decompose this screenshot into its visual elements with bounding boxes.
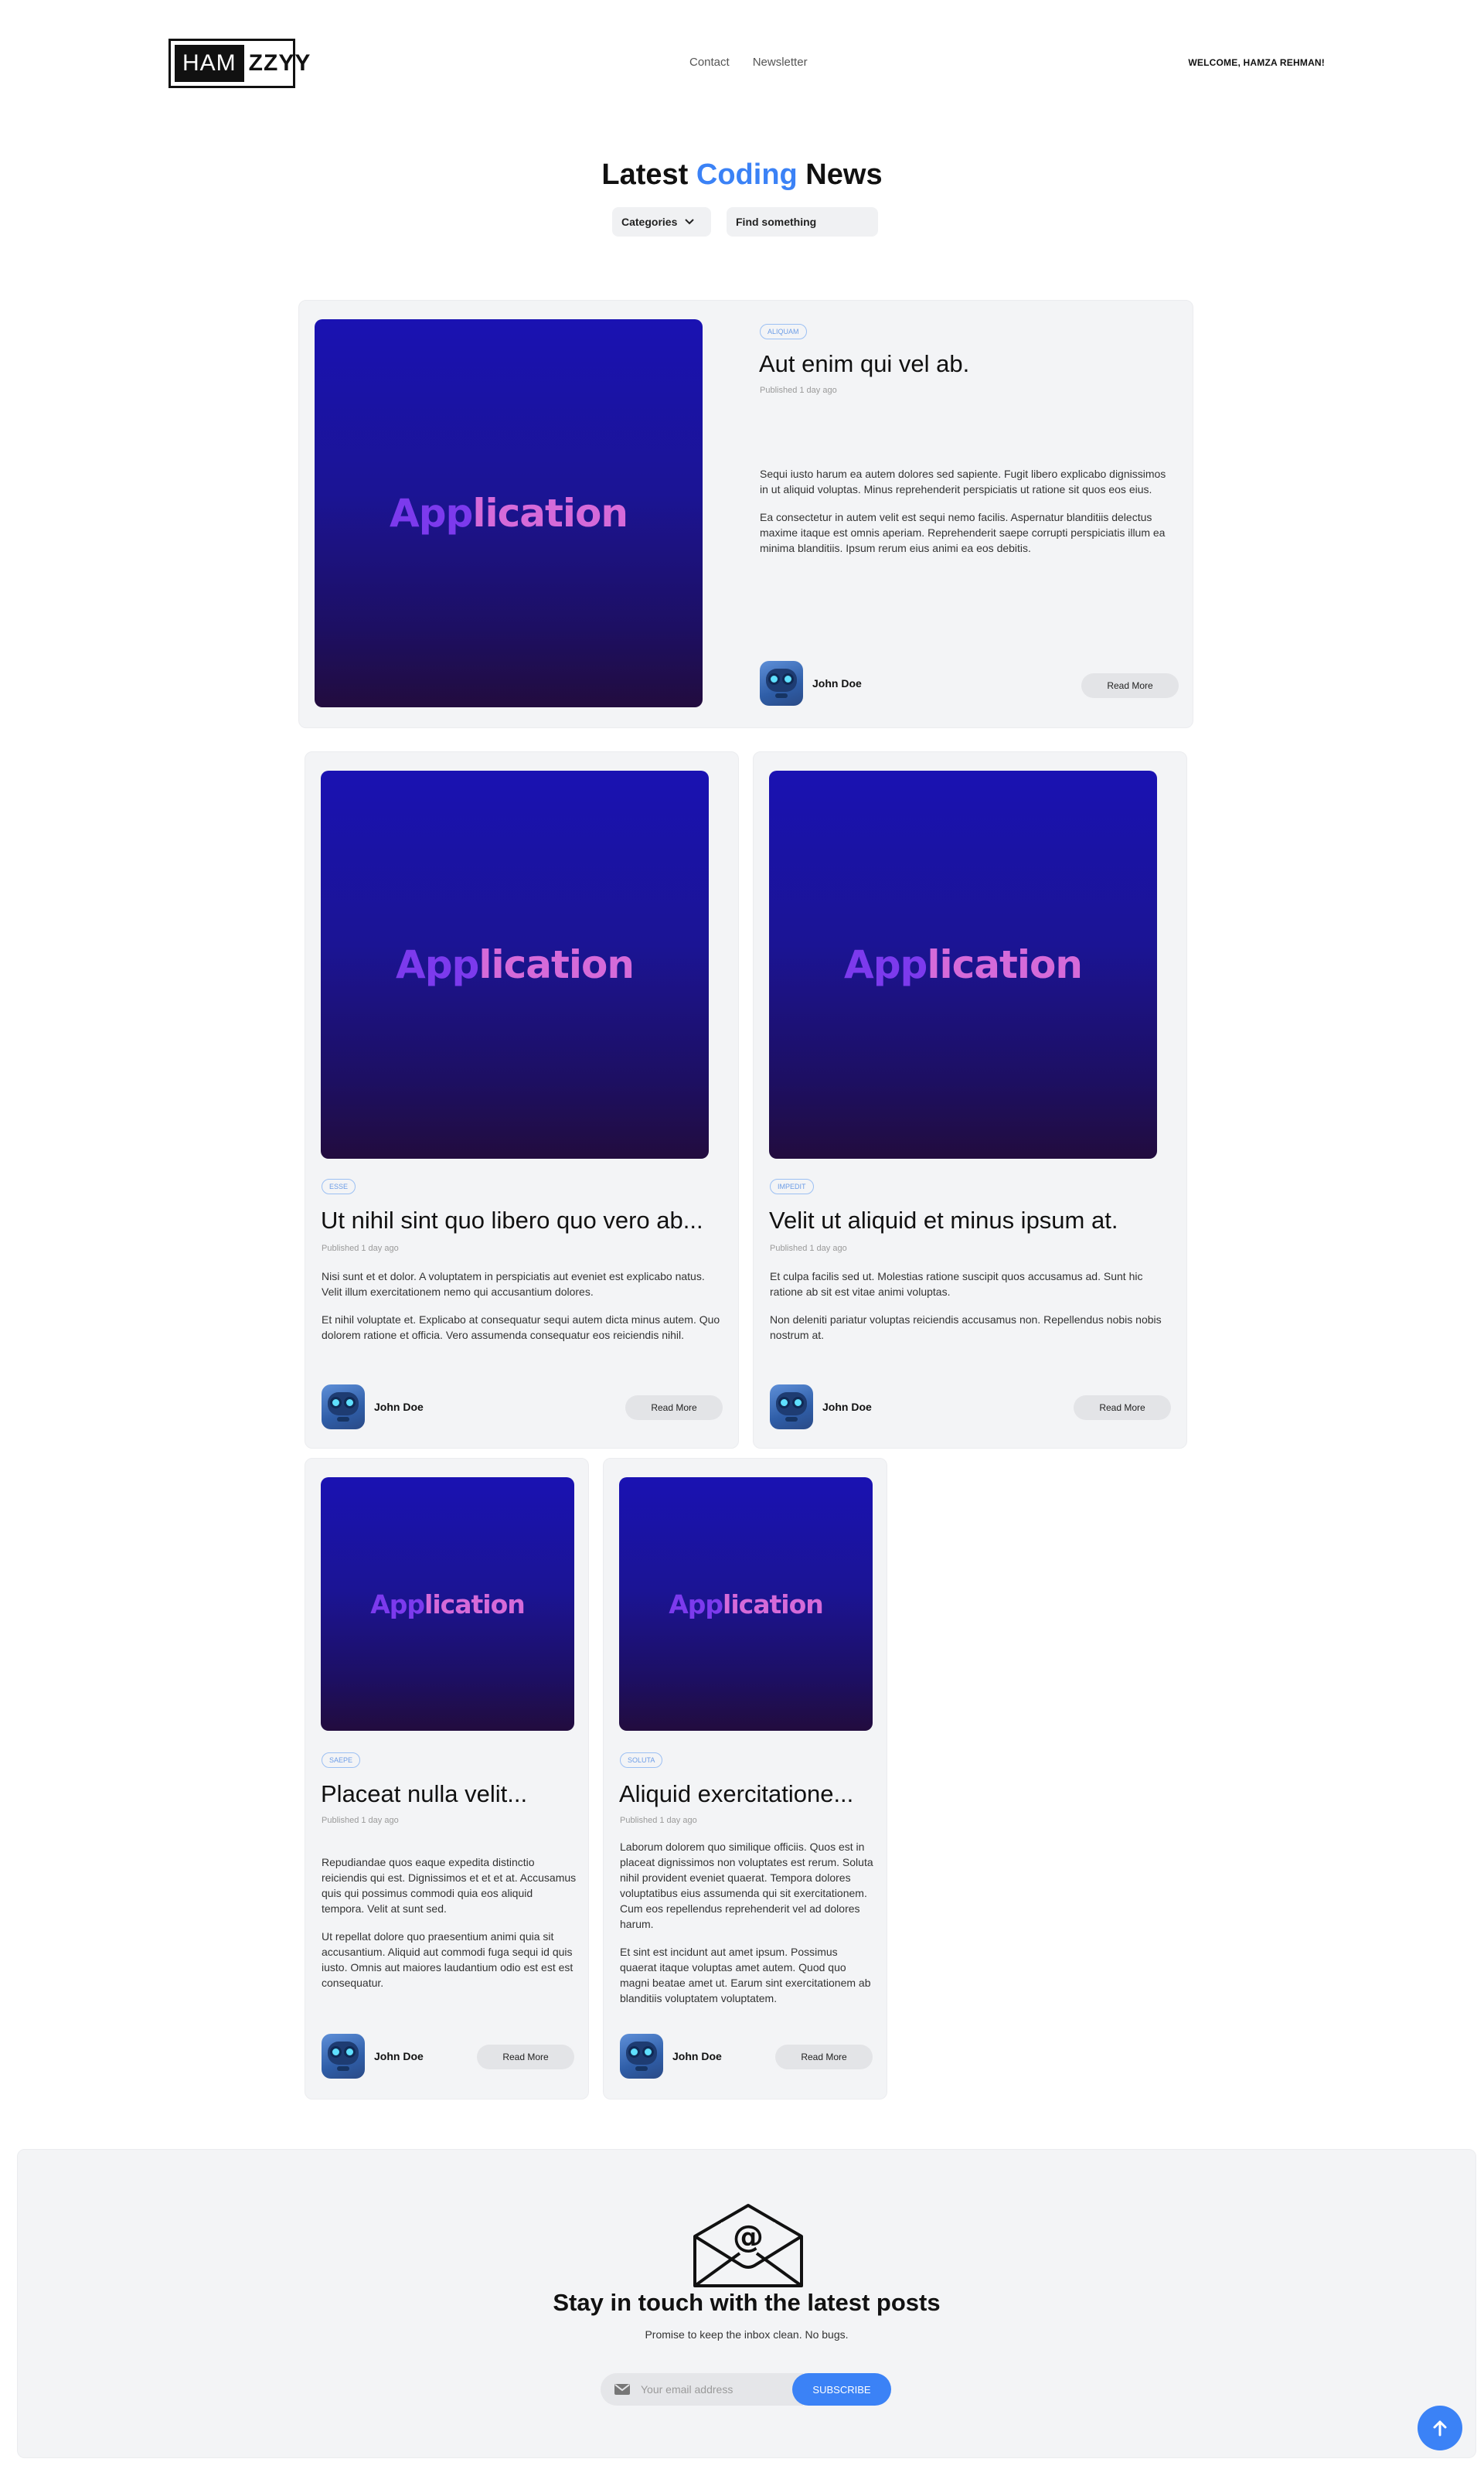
- post-thumbnail[interactable]: Application: [619, 1477, 873, 1731]
- post-card: Application ESSE Ut nihil sint quo liber…: [305, 751, 739, 1449]
- post-excerpt: Laborum dolorem quo similique officiis. …: [620, 1839, 875, 2018]
- welcome-message: WELCOME, HAMZA REHMAN!: [1188, 57, 1325, 68]
- author-name: John Doe: [822, 1401, 872, 1413]
- logo-text-left: HAM: [175, 45, 244, 82]
- post-thumbnail[interactable]: Application: [315, 319, 703, 707]
- post-title[interactable]: Velit ut aliquid et minus ipsum at.: [769, 1207, 1171, 1234]
- subscribe-button[interactable]: SUBSCRIBE: [792, 2373, 891, 2406]
- excerpt-paragraph: Ut repellat dolore quo praesentium animi…: [322, 1930, 574, 1989]
- excerpt-paragraph: Repudiandae quos eaque expedita distinct…: [322, 1856, 577, 1915]
- excerpt-paragraph: Et culpa facilis sed ut. Molestias ratio…: [770, 1270, 1143, 1298]
- excerpt-paragraph: Ea consectetur in autem velit est sequi …: [760, 511, 1166, 554]
- post-author[interactable]: John Doe: [620, 2034, 722, 2079]
- post-author[interactable]: John Doe: [760, 661, 862, 706]
- subscribe-form: SUBSCRIBE: [601, 2373, 891, 2406]
- chevron-down-icon: [685, 219, 695, 225]
- post-title[interactable]: Placeat nulla velit...: [321, 1780, 576, 1808]
- post-excerpt: Repudiandae quos eaque expedita distinct…: [322, 1854, 577, 2003]
- email-field[interactable]: [641, 2383, 780, 2396]
- author-name: John Doe: [374, 1401, 424, 1413]
- post-card: Application SAEPE Placeat nulla velit...…: [305, 1458, 589, 2100]
- excerpt-paragraph: Sequi iusto harum ea autem dolores sed s…: [760, 468, 1166, 496]
- author-name: John Doe: [812, 677, 862, 690]
- title-post: News: [797, 158, 883, 191]
- post-title[interactable]: Aut enim qui vel ab.: [759, 350, 1176, 378]
- excerpt-paragraph: Laborum dolorem quo similique officiis. …: [620, 1841, 873, 1930]
- filters-bar: Categories: [612, 207, 878, 237]
- nav-newsletter-link[interactable]: Newsletter: [753, 56, 808, 69]
- category-tag[interactable]: IMPEDIT: [770, 1179, 814, 1194]
- logo-text-right: ZZYY: [248, 50, 311, 76]
- post-author[interactable]: John Doe: [322, 2034, 424, 2079]
- category-tag[interactable]: ALIQUAM: [760, 324, 807, 339]
- read-more-button[interactable]: Read More: [625, 1395, 723, 1420]
- avatar: [322, 2034, 365, 2079]
- categories-dropdown[interactable]: Categories: [612, 207, 711, 237]
- post-thumbnail[interactable]: Application: [769, 771, 1157, 1159]
- read-more-button[interactable]: Read More: [477, 2045, 574, 2069]
- newsletter-title: Stay in touch with the latest posts: [553, 2289, 941, 2316]
- featured-post-card: Application ALIQUAM Aut enim qui vel ab.…: [298, 300, 1193, 728]
- thumbnail-wordmark: Application: [370, 1589, 526, 1619]
- svg-text:@: @: [733, 2219, 764, 2255]
- post-author[interactable]: John Doe: [770, 1384, 872, 1429]
- author-name: John Doe: [672, 2050, 722, 2062]
- category-tag[interactable]: SAEPE: [322, 1752, 361, 1768]
- category-tag[interactable]: SOLUTA: [620, 1752, 663, 1768]
- title-pre: Latest: [601, 158, 696, 191]
- email-field-wrap: [601, 2373, 803, 2406]
- categories-label: Categories: [621, 216, 678, 228]
- post-excerpt: Sequi iusto harum ea autem dolores sed s…: [760, 466, 1177, 568]
- published-date: Published 1 day ago: [322, 1816, 399, 1825]
- avatar: [620, 2034, 663, 2079]
- excerpt-paragraph: Nisi sunt et et dolor. A voluptatem in p…: [322, 1270, 705, 1298]
- published-date: Published 1 day ago: [770, 1244, 847, 1253]
- post-card: Application IMPEDIT Velit ut aliquid et …: [753, 751, 1187, 1449]
- published-date: Published 1 day ago: [620, 1816, 697, 1825]
- newsletter-section: @ Stay in touch with the latest posts Pr…: [17, 2149, 1476, 2458]
- nav-contact-link[interactable]: Contact: [689, 56, 730, 69]
- search-input[interactable]: [727, 207, 878, 237]
- newsletter-subtitle: Promise to keep the inbox clean. No bugs…: [645, 2328, 849, 2341]
- title-accent: Coding: [696, 158, 798, 191]
- post-excerpt: Nisi sunt et et dolor. A voluptatem in p…: [322, 1269, 723, 1355]
- thumbnail-wordmark: Application: [390, 491, 628, 536]
- read-more-button[interactable]: Read More: [1074, 1395, 1171, 1420]
- envelope-icon: @: [693, 2204, 803, 2287]
- mail-icon: [614, 2384, 630, 2395]
- avatar: [322, 1384, 365, 1429]
- post-title[interactable]: Ut nihil sint quo libero quo vero ab...: [321, 1207, 723, 1234]
- thumbnail-wordmark: Application: [669, 1589, 824, 1619]
- main-nav: Contact Newsletter: [689, 56, 808, 69]
- scroll-to-top-button[interactable]: [1418, 2406, 1462, 2450]
- read-more-button[interactable]: Read More: [1081, 673, 1179, 698]
- excerpt-paragraph: Non deleniti pariatur voluptas reiciendi…: [770, 1313, 1162, 1341]
- excerpt-paragraph: Et sint est incidunt aut amet ipsum. Pos…: [620, 1946, 871, 2004]
- published-date: Published 1 day ago: [760, 386, 837, 395]
- thumbnail-wordmark: Application: [396, 942, 635, 987]
- post-title[interactable]: Aliquid exercitatione...: [619, 1780, 874, 1808]
- category-tag[interactable]: ESSE: [322, 1179, 356, 1194]
- arrow-up-icon: [1433, 2420, 1447, 2437]
- avatar: [760, 661, 803, 706]
- post-thumbnail[interactable]: Application: [321, 771, 709, 1159]
- avatar: [770, 1384, 813, 1429]
- thumbnail-wordmark: Application: [844, 942, 1083, 987]
- published-date: Published 1 day ago: [322, 1244, 399, 1253]
- post-author[interactable]: John Doe: [322, 1384, 424, 1429]
- post-thumbnail[interactable]: Application: [321, 1477, 574, 1731]
- page-title: Latest Coding News: [0, 158, 1484, 192]
- excerpt-paragraph: Et nihil voluptate et. Explicabo at cons…: [322, 1313, 720, 1341]
- author-name: John Doe: [374, 2050, 424, 2062]
- site-logo[interactable]: HAM ZZYY: [168, 39, 310, 88]
- post-excerpt: Et culpa facilis sed ut. Molestias ratio…: [770, 1269, 1172, 1355]
- read-more-button[interactable]: Read More: [775, 2045, 873, 2069]
- post-card: Application SOLUTA Aliquid exercitatione…: [603, 1458, 887, 2100]
